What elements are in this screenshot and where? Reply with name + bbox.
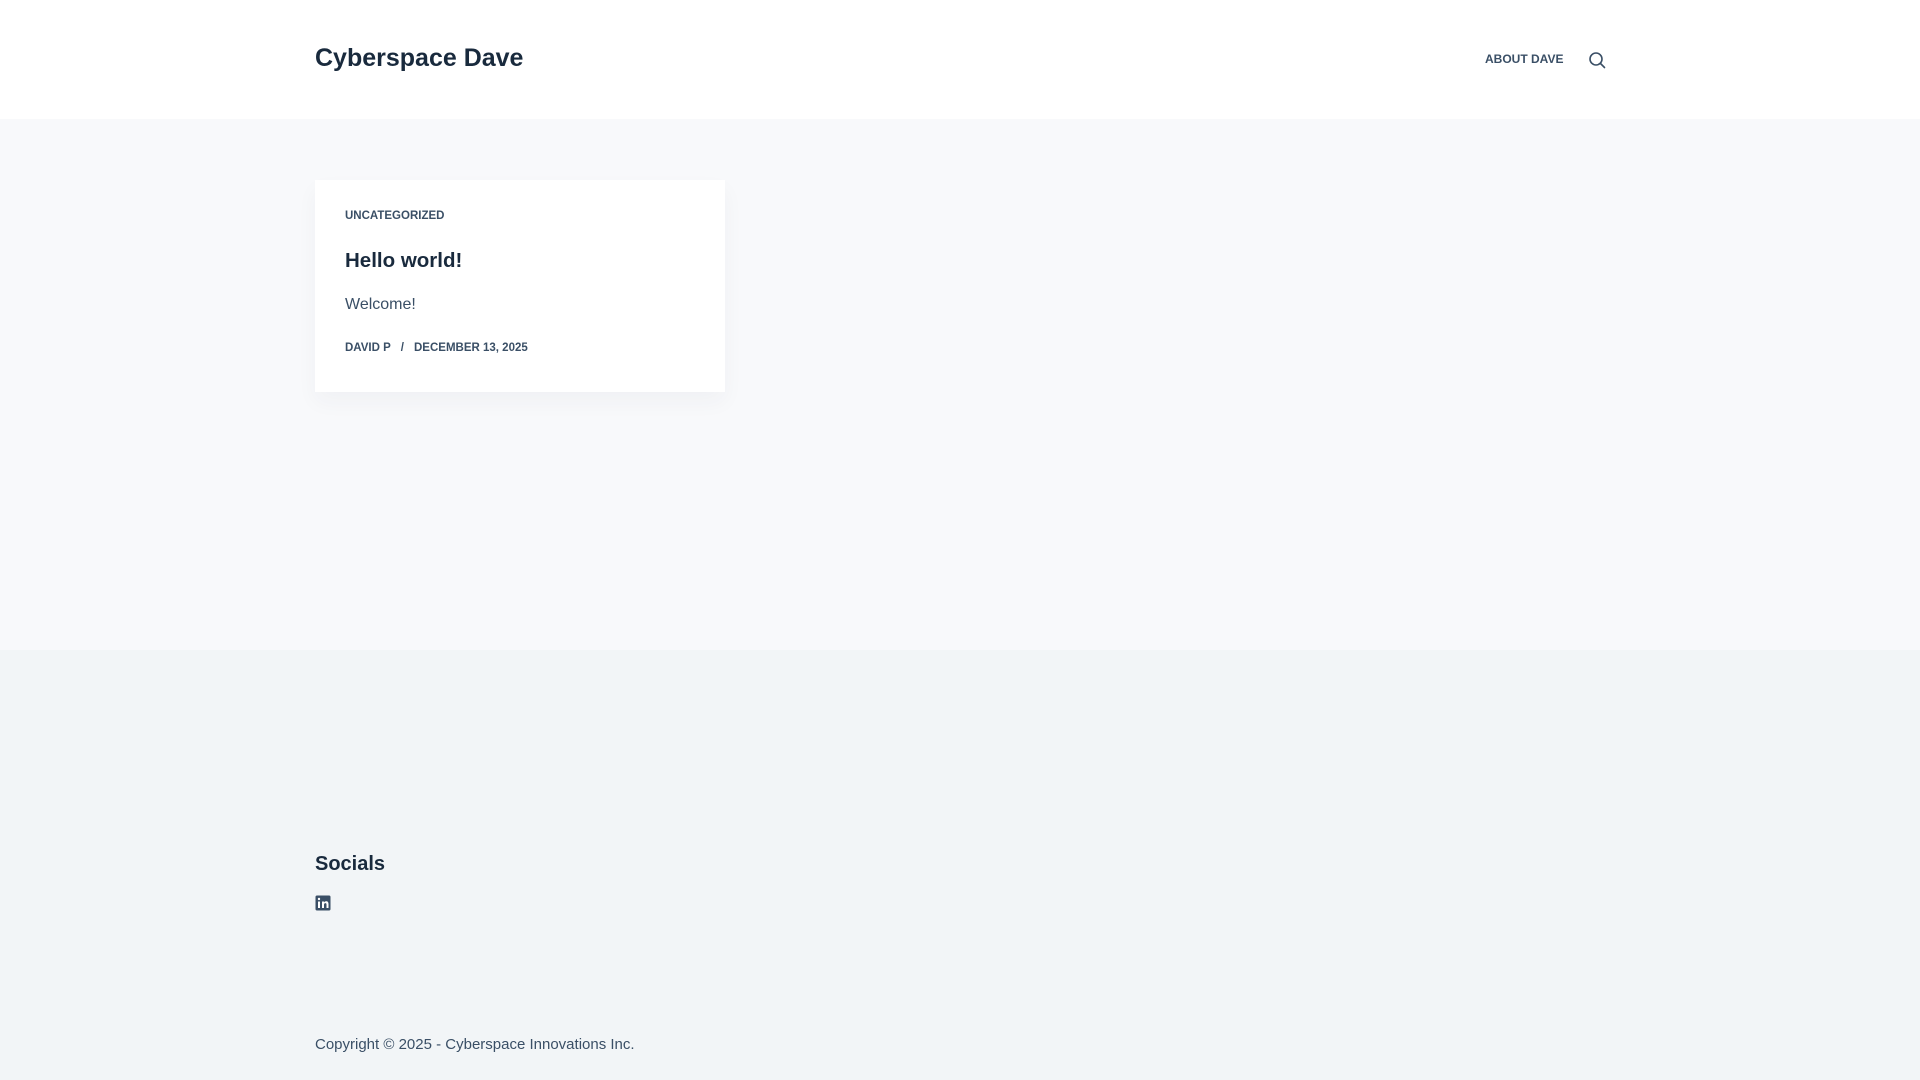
search-icon[interactable] xyxy=(1588,51,1606,69)
copyright: Copyright © 2025 - Cyberspace Innovation… xyxy=(315,1036,635,1053)
post-title[interactable]: Hello world! xyxy=(345,249,462,273)
site-title[interactable]: Cyberspace Dave xyxy=(315,44,523,73)
post-date: DECEMBER 13, 2025 xyxy=(414,342,528,354)
linkedin-icon[interactable] xyxy=(315,895,331,911)
nav-about-dave[interactable]: ABOUT DAVE xyxy=(1485,52,1563,66)
meta-separator: / xyxy=(400,342,404,354)
post-card: UNCATEGORIZED Hello world! Welcome! DAVI… xyxy=(315,180,725,392)
post-author[interactable]: DAVID P xyxy=(345,342,391,354)
post-excerpt: Welcome! xyxy=(345,296,416,313)
post-meta: DAVID P / DECEMBER 13, 2025 xyxy=(345,342,528,354)
main-content: UNCATEGORIZED Hello world! Welcome! DAVI… xyxy=(0,119,1920,650)
socials-heading: Socials xyxy=(315,853,386,875)
site-header: Cyberspace Dave ABOUT DAVE xyxy=(0,0,1920,119)
post-category[interactable]: UNCATEGORIZED xyxy=(345,210,444,222)
